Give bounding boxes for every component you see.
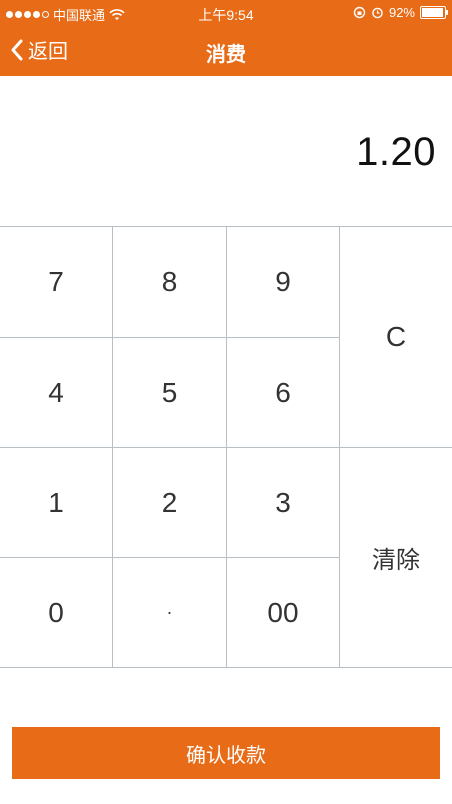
- amount-display: 1.20: [356, 130, 436, 174]
- key-3[interactable]: 3: [227, 448, 339, 557]
- page-title: 消费: [206, 44, 246, 66]
- key-2[interactable]: 2: [113, 448, 226, 557]
- status-bar: 中国联通 上午9:54 92%: [0, 0, 452, 26]
- clear-all-button[interactable]: 清除: [340, 448, 452, 667]
- keypad: 7 8 9 4 5 6 1 2 3 0 · 00 C 清除: [0, 226, 452, 668]
- key-0[interactable]: 0: [0, 558, 112, 667]
- nav-bar: 返回 消费: [0, 30, 452, 72]
- alarm-icon: [372, 7, 383, 19]
- key-8[interactable]: 8: [113, 227, 226, 337]
- key-1[interactable]: 1: [0, 448, 112, 557]
- key-7[interactable]: 7: [0, 227, 112, 337]
- app-header: 中国联通 上午9:54 92% 返回 消费: [0, 0, 452, 76]
- rotation-lock-icon: [353, 6, 366, 19]
- key-decimal-point[interactable]: ·: [113, 558, 226, 667]
- battery-percent: 92%: [388, 5, 415, 20]
- confirm-payment-button[interactable]: 确认收款: [12, 727, 440, 779]
- key-9[interactable]: 9: [227, 227, 339, 337]
- battery-icon: [420, 6, 448, 19]
- clear-entry-button[interactable]: C: [340, 227, 452, 447]
- key-6[interactable]: 6: [227, 338, 339, 447]
- key-5[interactable]: 5: [113, 338, 226, 447]
- key-double-zero[interactable]: 00: [227, 558, 339, 667]
- key-4[interactable]: 4: [0, 338, 112, 447]
